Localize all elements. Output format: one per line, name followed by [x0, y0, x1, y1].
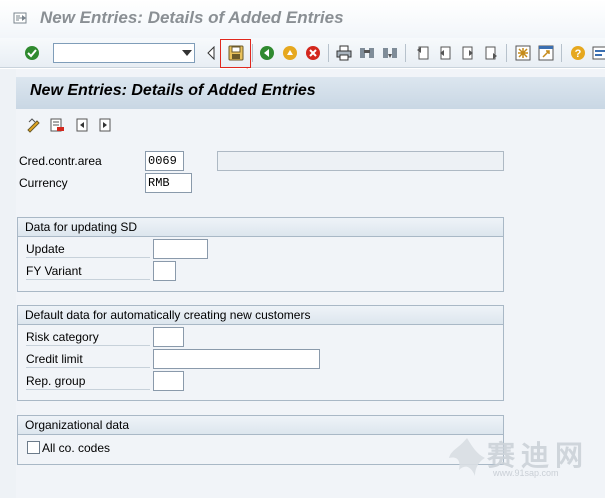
- chevron-down-icon[interactable]: [182, 50, 192, 56]
- left-strip: [0, 69, 16, 498]
- save-highlight-box: [220, 39, 251, 68]
- print-icon[interactable]: [334, 43, 354, 63]
- update-field[interactable]: [153, 239, 208, 259]
- credit-limit-label: Credit limit: [26, 350, 150, 368]
- cancel-icon[interactable]: [303, 43, 323, 63]
- group-organizational-title: Organizational data: [18, 416, 503, 435]
- update-label: Update: [26, 240, 150, 258]
- last-page-icon[interactable]: [481, 43, 501, 63]
- cred-contr-area-label: Cred.contr.area: [19, 154, 102, 168]
- find-icon[interactable]: [357, 43, 377, 63]
- window-menu-icon[interactable]: [13, 12, 27, 24]
- cred-contr-area-field[interactable]: 0069: [145, 151, 184, 171]
- previous-entry-icon[interactable]: [73, 116, 91, 134]
- exit-icon[interactable]: [280, 43, 300, 63]
- window-title: New Entries: Details of Added Entries: [40, 8, 344, 27]
- title-bar: New Entries: Details of Added Entries: [0, 0, 605, 38]
- next-entry-icon[interactable]: [96, 116, 114, 134]
- screen-header: New Entries: Details of Added Entries: [16, 77, 605, 109]
- rep-group-field[interactable]: [153, 371, 184, 391]
- find-next-icon[interactable]: [380, 43, 400, 63]
- first-page-icon[interactable]: [413, 43, 433, 63]
- currency-field[interactable]: RMB: [145, 173, 192, 193]
- fy-variant-label: FY Variant: [26, 262, 150, 280]
- watermark-url: www.91sap.com: [493, 468, 559, 478]
- shortcut-icon[interactable]: [536, 43, 556, 63]
- command-input[interactable]: [56, 45, 174, 61]
- previous-page-icon[interactable]: [435, 43, 455, 63]
- standard-toolbar: ?: [0, 38, 605, 68]
- credit-limit-field[interactable]: [153, 349, 320, 369]
- collapse-arrow-icon[interactable]: [201, 43, 221, 63]
- group-updating-sd-title: Data for updating SD: [18, 218, 503, 237]
- watermark: 赛迪网 www.91sap.com: [447, 432, 597, 488]
- command-field[interactable]: [53, 43, 195, 63]
- enter-icon[interactable]: [22, 43, 42, 63]
- currency-label: Currency: [19, 176, 68, 190]
- delete-entry-icon[interactable]: [48, 116, 66, 134]
- all-co-codes-checkbox[interactable]: [27, 441, 40, 454]
- help-icon[interactable]: ?: [568, 43, 588, 63]
- risk-category-label: Risk category: [26, 328, 150, 346]
- screen-title: New Entries: Details of Added Entries: [30, 82, 316, 99]
- watermark-logo-icon: [449, 438, 485, 476]
- cred-contr-area-description: [217, 151, 504, 171]
- rep-group-label: Rep. group: [26, 372, 150, 390]
- back-icon[interactable]: [257, 43, 277, 63]
- risk-category-field[interactable]: [153, 327, 184, 347]
- all-co-codes-label: All co. codes: [42, 441, 111, 455]
- customize-layout-icon[interactable]: [590, 43, 605, 63]
- svg-text:?: ?: [575, 48, 582, 60]
- fy-variant-field[interactable]: [153, 261, 176, 281]
- next-page-icon[interactable]: [458, 43, 478, 63]
- create-session-icon[interactable]: [513, 43, 533, 63]
- group-default-data-title: Default data for automatically creating …: [18, 306, 503, 325]
- display-change-icon[interactable]: [25, 116, 43, 134]
